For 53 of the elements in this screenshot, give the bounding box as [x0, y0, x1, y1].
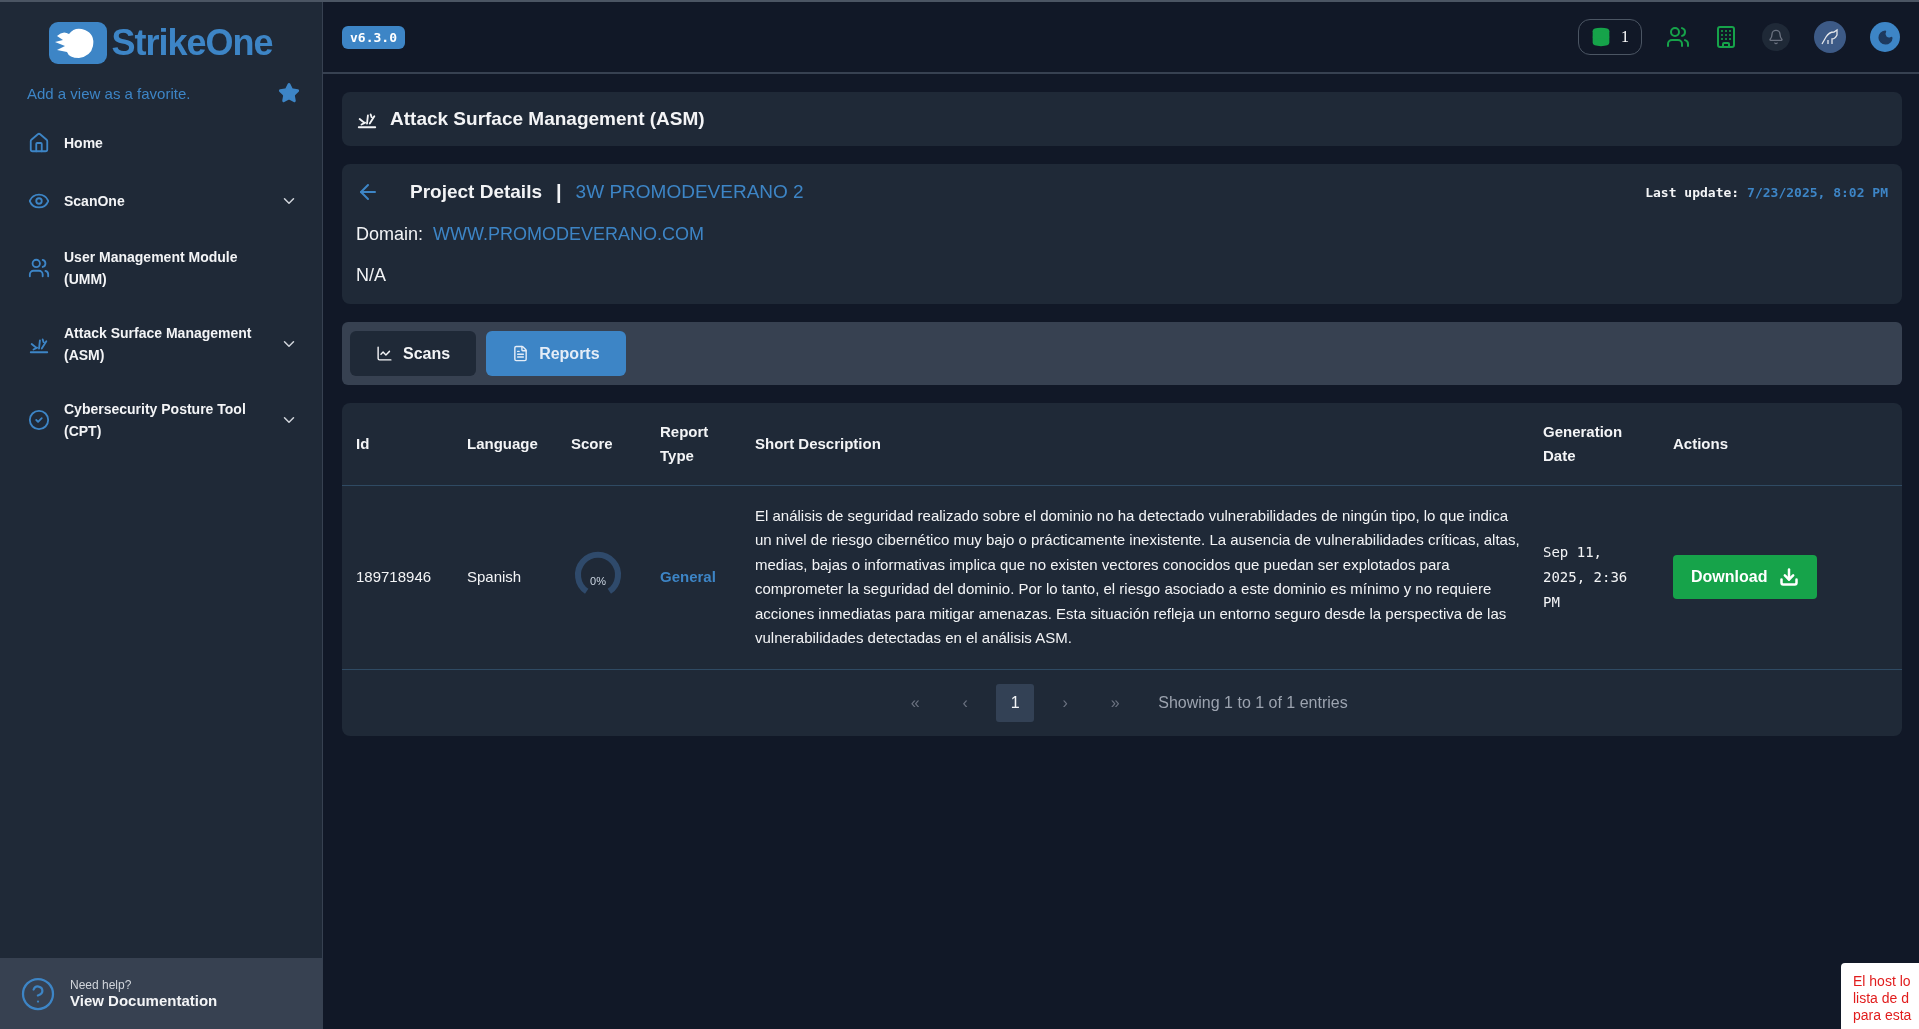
score-gauge: 0% — [571, 550, 625, 604]
separator: | — [556, 180, 562, 204]
column-header: Language — [453, 403, 557, 485]
chart-icon — [376, 345, 393, 362]
documentation-link[interactable]: View Documentation — [70, 992, 218, 1009]
avatar-icon[interactable] — [1814, 21, 1846, 53]
logo-text: StrikeOne — [111, 22, 273, 64]
moon-icon[interactable] — [1870, 22, 1900, 52]
column-header: Actions — [1659, 403, 1902, 485]
page-button[interactable]: 1 — [996, 683, 1035, 722]
table-cell: Spanish — [453, 485, 557, 669]
description-cell: El análisis de seguridad realizado sobre el dominio no ha detectado vulnerabilidades de ningún tipo, lo que indica un nivel de riesgo cibernético muy bajo o prácticamente inexistente. La ausencia de vulnerabilidades críticas, altas, medias, bajas o informativas implica que no existen vectores conocidos que puedan ser explotados para comprometer la seguridad del dominio. Por lo tanto, el riesgo asociado a este dominio es mínimo y no requiere acciones inmediatas para mitigar amenazas. Esta situación refleja un entorno seguro desde la perspectiva de las vulnerabilidades detectadas en el análisis ASM. — [741, 485, 1529, 669]
team-icon[interactable] — [1666, 25, 1690, 49]
help-caption: Need help? — [70, 978, 133, 992]
column-header: Score — [557, 403, 646, 485]
download-icon — [1779, 567, 1800, 587]
toast-text: lista de d — [1853, 990, 1911, 1007]
section-heading: Project Details — [410, 181, 542, 203]
project-note: N/A — [356, 265, 386, 286]
last-update-value: 7/23/2025, 8:02 PM — [1747, 184, 1888, 200]
help-icon — [20, 975, 56, 1012]
nav-item[interactable]: Cybersecurity Posture Tool (CPT) — [0, 382, 322, 458]
nav-icon — [28, 257, 50, 279]
entries-summary: Showing 1 to 1 of 1 entries — [1158, 693, 1348, 712]
favorite-hint: Add a view as a favorite. — [27, 84, 191, 102]
toast-text: para esta — [1853, 1007, 1913, 1024]
column-header: Report Type — [646, 403, 741, 485]
tab[interactable]: Scans — [350, 331, 477, 376]
nav-item[interactable]: Attack Surface Management (ASM) — [0, 306, 322, 382]
date-cell-text: Sep 11, 2025, 2:36 PM — [1543, 542, 1629, 612]
nav-icon — [28, 132, 50, 154]
logo-icon — [49, 22, 108, 64]
table-cell: 189718946 — [342, 485, 453, 669]
building-icon[interactable] — [1714, 25, 1738, 49]
nav-item[interactable]: ScanOne — [0, 172, 322, 230]
toast-text: El host lo — [1853, 973, 1912, 990]
version-badge: v6.3.0 — [342, 25, 405, 49]
bell-icon[interactable] — [1762, 23, 1790, 51]
domain-label: Domain: — [356, 224, 424, 245]
column-header: Id — [342, 403, 453, 485]
project-name: 3W PROMODEVERANO 2 — [575, 181, 804, 203]
column-header: Short Description — [741, 403, 1529, 485]
credits-button[interactable]: 1 — [1578, 19, 1642, 55]
last-update-label: Last update: — [1645, 184, 1740, 200]
column-header: Generation Date — [1529, 403, 1659, 485]
domain-link[interactable]: WWW.PROMODEVERANO.COM — [433, 224, 705, 245]
report-type: General — [660, 567, 716, 585]
nav-item[interactable]: Home — [0, 114, 322, 172]
star-icon[interactable] — [278, 82, 300, 104]
page-title: Attack Surface Management (ASM) — [390, 108, 705, 130]
nav-item[interactable]: User Management Module (UMM) — [0, 230, 322, 306]
document-icon — [512, 345, 530, 362]
nav-icon — [28, 409, 50, 431]
